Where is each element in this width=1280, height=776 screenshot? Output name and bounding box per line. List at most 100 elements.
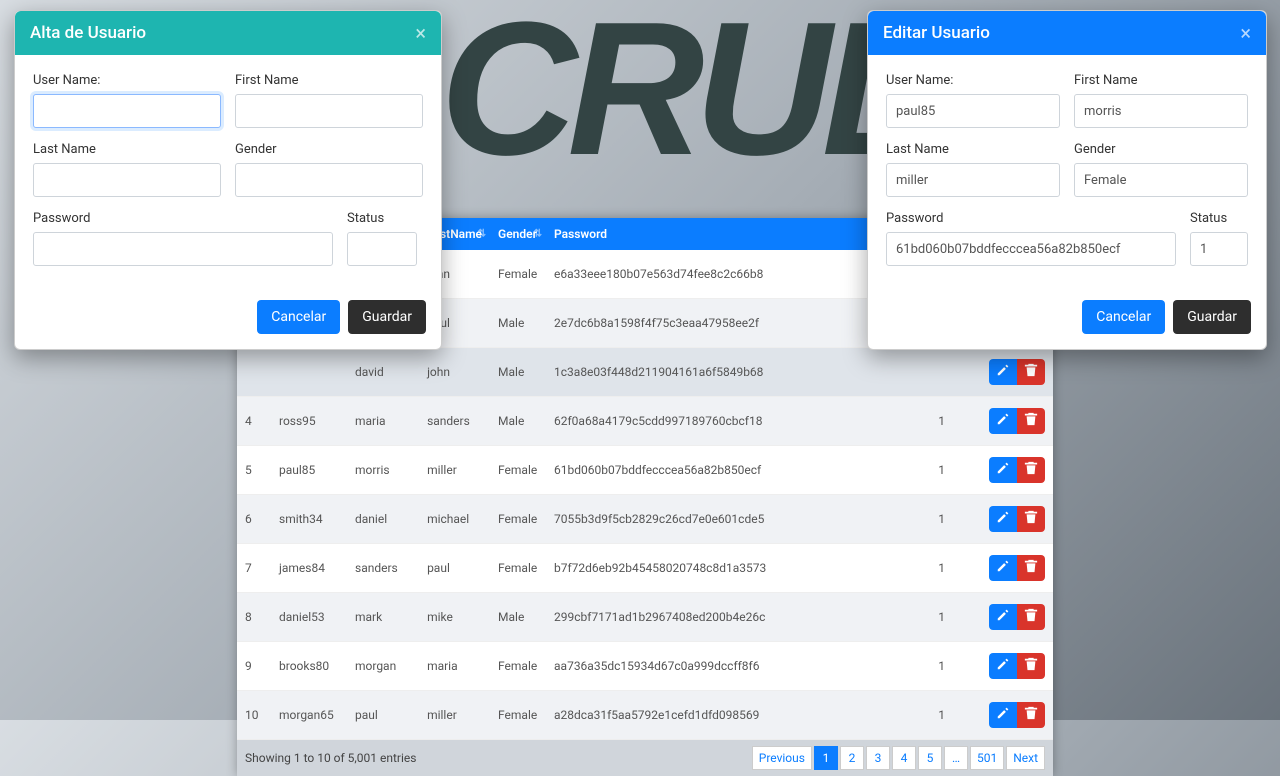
password-input[interactable] xyxy=(886,232,1176,266)
table-row: 9brooks80morganmariaFemaleaa736a35dc1593… xyxy=(237,642,1053,691)
cell-username: brooks80 xyxy=(271,642,347,691)
close-icon[interactable]: × xyxy=(415,21,426,45)
pagination: Previous12345…501Next xyxy=(752,746,1045,770)
cell-lastname: paul xyxy=(419,544,490,593)
cell-status: 1 xyxy=(930,593,981,642)
cell-password: aa736a35dc15934d67c0a999dccff8f6 xyxy=(546,642,930,691)
cell-actions xyxy=(981,495,1053,544)
save-button[interactable]: Guardar xyxy=(348,300,426,334)
delete-button[interactable] xyxy=(1017,408,1045,434)
table-row: 8daniel53markmikeMale299cbf7171ad1b29674… xyxy=(237,593,1053,642)
status-input[interactable] xyxy=(1190,232,1248,266)
username-label: User Name: xyxy=(33,73,221,88)
username-input[interactable] xyxy=(886,94,1060,128)
pencil-icon xyxy=(996,706,1010,724)
entries-info: Showing 1 to 10 of 5,001 entries xyxy=(245,751,416,765)
create-user-modal: Alta de Usuario × User Name: First Name … xyxy=(14,10,442,350)
cell-actions xyxy=(981,397,1053,446)
pencil-icon xyxy=(996,559,1010,577)
sort-icon: ⇅ xyxy=(478,229,486,240)
trash-icon xyxy=(1024,657,1038,675)
cell-id: 5 xyxy=(237,446,271,495)
pencil-icon xyxy=(996,412,1010,430)
page-4[interactable]: 4 xyxy=(892,746,916,770)
gender-input[interactable] xyxy=(1074,163,1248,197)
delete-button[interactable] xyxy=(1017,702,1045,728)
cell-status: 1 xyxy=(930,397,981,446)
modal-header: Alta de Usuario × xyxy=(15,11,441,55)
lastname-input[interactable] xyxy=(33,163,221,197)
trash-icon xyxy=(1024,706,1038,724)
cell-lastname: sanders xyxy=(419,397,490,446)
cell-username: ross95 xyxy=(271,397,347,446)
page-5[interactable]: 5 xyxy=(918,746,942,770)
delete-button[interactable] xyxy=(1017,555,1045,581)
cell-id: 6 xyxy=(237,495,271,544)
table-row: 7james84sanderspaulFemaleb7f72d6eb92b454… xyxy=(237,544,1053,593)
edit-button[interactable] xyxy=(989,408,1017,434)
cancel-button[interactable]: Cancelar xyxy=(1082,300,1165,334)
delete-button[interactable] xyxy=(1017,359,1045,385)
page-1[interactable]: 1 xyxy=(814,746,838,770)
close-icon[interactable]: × xyxy=(1240,21,1251,45)
password-input[interactable] xyxy=(33,232,333,266)
page-Previous[interactable]: Previous xyxy=(752,746,812,770)
trash-icon xyxy=(1024,510,1038,528)
cell-status: 1 xyxy=(930,544,981,593)
table-row: 5paul85morrismillerFemale61bd060b07bddfe… xyxy=(237,446,1053,495)
firstname-input[interactable] xyxy=(1074,94,1248,128)
lastname-label: Last Name xyxy=(886,142,1060,157)
page-501[interactable]: 501 xyxy=(970,746,1004,770)
password-label: Password xyxy=(33,211,333,226)
gender-input[interactable] xyxy=(235,163,423,197)
username-input[interactable] xyxy=(33,94,221,128)
cell-firstname: daniel xyxy=(347,495,419,544)
edit-button[interactable] xyxy=(989,653,1017,679)
sort-icon: ⇅ xyxy=(534,229,542,240)
status-input[interactable] xyxy=(347,232,417,266)
page-2[interactable]: 2 xyxy=(840,746,864,770)
edit-button[interactable] xyxy=(989,359,1017,385)
cell-id: 9 xyxy=(237,642,271,691)
trash-icon xyxy=(1024,412,1038,430)
edit-button[interactable] xyxy=(989,506,1017,532)
edit-button[interactable] xyxy=(989,555,1017,581)
edit-button[interactable] xyxy=(989,457,1017,483)
cell-actions xyxy=(981,642,1053,691)
cell-status: 1 xyxy=(930,642,981,691)
modal-title: Editar Usuario xyxy=(883,23,990,43)
cell-id: 4 xyxy=(237,397,271,446)
save-button[interactable]: Guardar xyxy=(1173,300,1251,334)
edit-user-modal: Editar Usuario × User Name: First Name L… xyxy=(867,10,1267,350)
cell-gender: Female xyxy=(490,250,546,299)
delete-button[interactable] xyxy=(1017,457,1045,483)
table-row: davidjohnMale1c3a8e03f448d211904161a6f58… xyxy=(237,348,1053,397)
lastname-label: Last Name xyxy=(33,142,221,157)
page-3[interactable]: 3 xyxy=(866,746,890,770)
delete-button[interactable] xyxy=(1017,604,1045,630)
page-…[interactable]: … xyxy=(944,746,968,770)
cell-lastname: miller xyxy=(419,446,490,495)
delete-button[interactable] xyxy=(1017,653,1045,679)
status-label: Status xyxy=(347,211,417,226)
edit-button[interactable] xyxy=(989,702,1017,728)
col-gender[interactable]: Gender⇅ xyxy=(490,218,546,250)
firstname-input[interactable] xyxy=(235,94,423,128)
page-Next[interactable]: Next xyxy=(1006,746,1045,770)
table-footer: Showing 1 to 10 of 5,001 entries Previou… xyxy=(237,740,1053,776)
cell-username: smith34 xyxy=(271,495,347,544)
cell-firstname: david xyxy=(347,348,419,397)
password-label: Password xyxy=(886,211,1176,226)
delete-button[interactable] xyxy=(1017,506,1045,532)
lastname-input[interactable] xyxy=(886,163,1060,197)
cell-gender: Male xyxy=(490,299,546,348)
cell-actions xyxy=(981,446,1053,495)
trash-icon xyxy=(1024,461,1038,479)
cell-lastname: mike xyxy=(419,593,490,642)
pencil-icon xyxy=(996,363,1010,381)
cell-lastname: michael xyxy=(419,495,490,544)
edit-button[interactable] xyxy=(989,604,1017,630)
cancel-button[interactable]: Cancelar xyxy=(257,300,340,334)
cell-password: b7f72d6eb92b45458020748c8d1a3573 xyxy=(546,544,930,593)
firstname-label: First Name xyxy=(1074,73,1248,88)
